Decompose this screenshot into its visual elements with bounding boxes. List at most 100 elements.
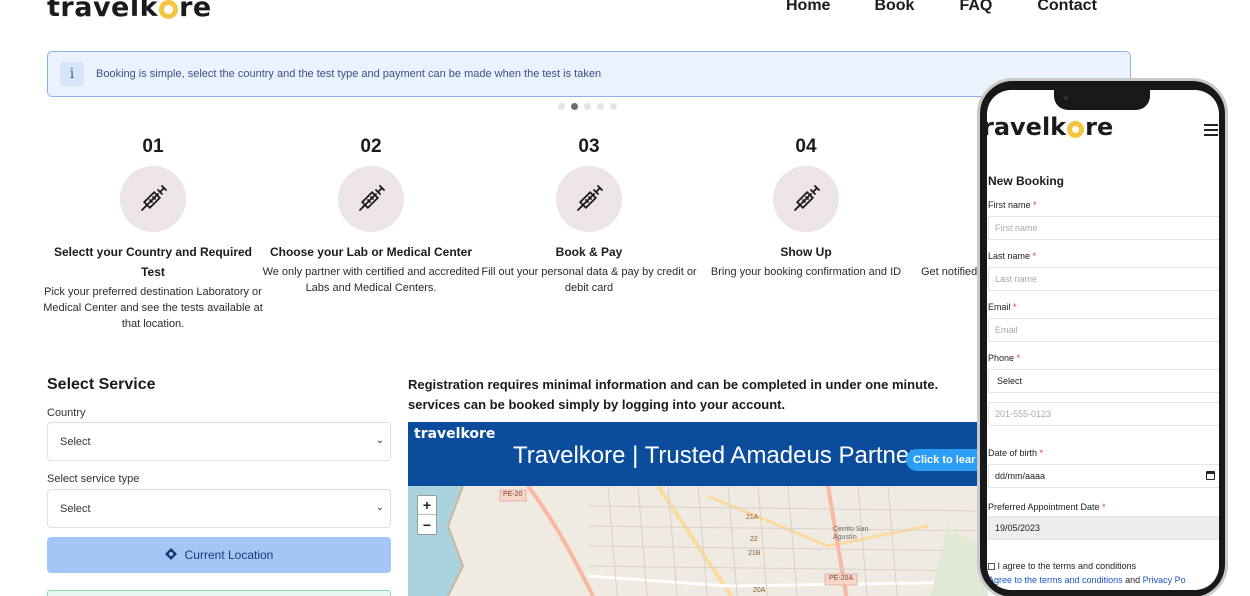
phone-country-code-select[interactable]: Select ⌄: [988, 369, 1219, 393]
last-name-label: Last name *: [988, 251, 1037, 261]
step-description: Bring your booking confirmation and ID: [710, 266, 902, 278]
step-title: Choose your Lab or Medical Center: [269, 245, 473, 259]
step-card-2: 02 Choose your Lab or Medical Center We …: [261, 136, 481, 296]
dob-placeholder: dd/mm/aaaa: [995, 471, 1046, 481]
phone-logo-prefix: ravelk: [987, 113, 1067, 141]
current-location-label: Current Location: [184, 548, 274, 562]
dob-input[interactable]: dd/mm/aaaa: [988, 464, 1219, 488]
new-booking-title: New Booking: [988, 174, 1065, 188]
country-label: Country: [47, 407, 86, 419]
map-tiles: [408, 486, 988, 596]
syringe-icon: [338, 166, 404, 232]
last-name-input[interactable]: Last name: [988, 267, 1219, 291]
step-description-partial: Get notified: [921, 266, 978, 278]
success-box: [47, 590, 391, 596]
map-road-label: 22: [750, 536, 758, 543]
carousel-dots: [558, 103, 617, 110]
service-type-select[interactable]: Select ⌄: [47, 489, 391, 528]
step-number: 04: [795, 136, 817, 157]
syringe-icon: [773, 166, 839, 232]
step-description: Fill out your personal data & pay by cre…: [481, 266, 697, 294]
phone-notch: [1054, 86, 1150, 110]
map-road-label: PE-20: [503, 491, 523, 498]
banner-text: Travelkore | Trusted Amadeus Partner: [513, 442, 918, 469]
calendar-icon[interactable]: [1206, 471, 1215, 480]
carousel-dot[interactable]: [610, 103, 617, 110]
step-number: 03: [578, 136, 600, 157]
first-name-input[interactable]: First name: [988, 216, 1219, 240]
nav-faq-link[interactable]: FAQ: [959, 0, 992, 15]
syringe-icon: [556, 166, 622, 232]
nav-home-link[interactable]: Home: [786, 0, 830, 15]
phone-screen: ravelk re New Booking First name * First …: [987, 90, 1219, 590]
info-alert: i Booking is simple, select the country …: [47, 51, 1131, 97]
nav-book-link[interactable]: Book: [874, 0, 914, 15]
info-icon: i: [60, 62, 84, 86]
carousel-dot[interactable]: [597, 103, 604, 110]
service-type-label: Select service type: [47, 473, 140, 485]
terms-checkbox-label: I agree to the terms and conditions: [997, 561, 1137, 571]
appointment-date-input[interactable]: 19/05/2023: [988, 516, 1219, 540]
appointment-date-label: Preferred Appointment Date *: [988, 502, 1106, 512]
chevron-down-icon: ⌄: [375, 502, 384, 513]
step-card-3: 03 Book & Pay Fill out your personal dat…: [479, 136, 699, 296]
email-input[interactable]: Email: [988, 318, 1219, 342]
step-card-4: 04 Show Up Bring your booking confirmati…: [696, 136, 916, 280]
chevron-down-icon: ⌄: [375, 435, 384, 446]
email-label: Email *: [988, 302, 1017, 312]
banner-logo: travelkore: [414, 426, 496, 442]
phone-number-input[interactable]: 201-555-0123: [988, 402, 1219, 426]
terms-and-text: and: [1125, 575, 1141, 585]
syringe-icon: [120, 166, 186, 232]
phone-code-value: Select: [997, 376, 1023, 386]
map-road-label: 21A: [746, 514, 759, 521]
carousel-dot-active[interactable]: [571, 103, 578, 110]
country-select[interactable]: Select ⌄: [47, 422, 391, 461]
info-alert-text: Booking is simple, select the country an…: [96, 68, 602, 80]
banner-learn-button[interactable]: Click to lear: [906, 449, 988, 471]
map-view[interactable]: PE-20 PE-20A Cerrito San Agustín 21A 21B…: [408, 486, 988, 596]
step-title: Selectt your Country and Required Test: [53, 245, 253, 279]
step-card-1: 01 Selectt your Country and Required Tes…: [43, 136, 263, 332]
dob-label: Date of birth *: [988, 448, 1044, 458]
first-name-label: First name *: [988, 200, 1037, 210]
carousel-dot[interactable]: [584, 103, 591, 110]
terms-checkbox[interactable]: [988, 563, 995, 571]
logo-o-icon: [159, 0, 179, 19]
registration-text: Registration requires minimal informatio…: [408, 377, 939, 412]
map-zoom-control: + −: [417, 495, 437, 535]
map-road-label: PE-20A: [829, 575, 854, 582]
phone-label: Phone *: [988, 353, 1021, 363]
terms-checkbox-row[interactable]: I agree to the terms and conditions: [988, 561, 1136, 571]
step-description: We only partner with certified and accre…: [262, 266, 480, 294]
privacy-policy-link[interactable]: Privacy Po: [1143, 575, 1186, 585]
step-number: 02: [360, 136, 382, 157]
terms-links: Agree to the terms and conditions and Pr…: [988, 575, 1186, 585]
amadeus-banner[interactable]: travelkore Travelkore | Trusted Amadeus …: [408, 422, 988, 486]
hamburger-menu-icon[interactable]: [1204, 124, 1218, 136]
logo-text-suffix: re: [179, 0, 212, 23]
zoom-in-button[interactable]: +: [418, 496, 436, 515]
step-title: Book & Pay: [555, 245, 623, 259]
map-place-label: Cerrito San Agustín: [833, 526, 869, 541]
phone-brand-logo[interactable]: ravelk re: [987, 113, 1113, 141]
terms-link[interactable]: Agree to the terms and conditions: [988, 575, 1123, 585]
select-service-title: Select Service: [47, 376, 156, 393]
country-select-value: Select: [60, 435, 91, 448]
zoom-out-button[interactable]: −: [418, 515, 436, 534]
page-root: travelk re Home Book FAQ Contact i Bookin…: [0, 0, 1250, 596]
step-title: Show Up: [780, 245, 832, 259]
logo-text-prefix: travelk: [47, 0, 159, 23]
step-description: Pick your preferred destination Laborato…: [43, 286, 263, 330]
step-number: 01: [142, 136, 164, 157]
brand-logo[interactable]: travelk re: [47, 0, 212, 23]
chevron-down-icon: ⌄: [1217, 374, 1219, 385]
nav-contact-link[interactable]: Contact: [1037, 0, 1097, 15]
logo-o-icon: [1067, 120, 1085, 138]
current-location-button[interactable]: Current Location: [47, 537, 391, 573]
carousel-dot[interactable]: [558, 103, 565, 110]
main-nav: Home Book FAQ Contact: [786, 0, 1097, 15]
map-road-label: 20A: [753, 587, 766, 594]
phone-logo-suffix: re: [1085, 113, 1114, 141]
location-crosshair-icon: [164, 547, 177, 563]
